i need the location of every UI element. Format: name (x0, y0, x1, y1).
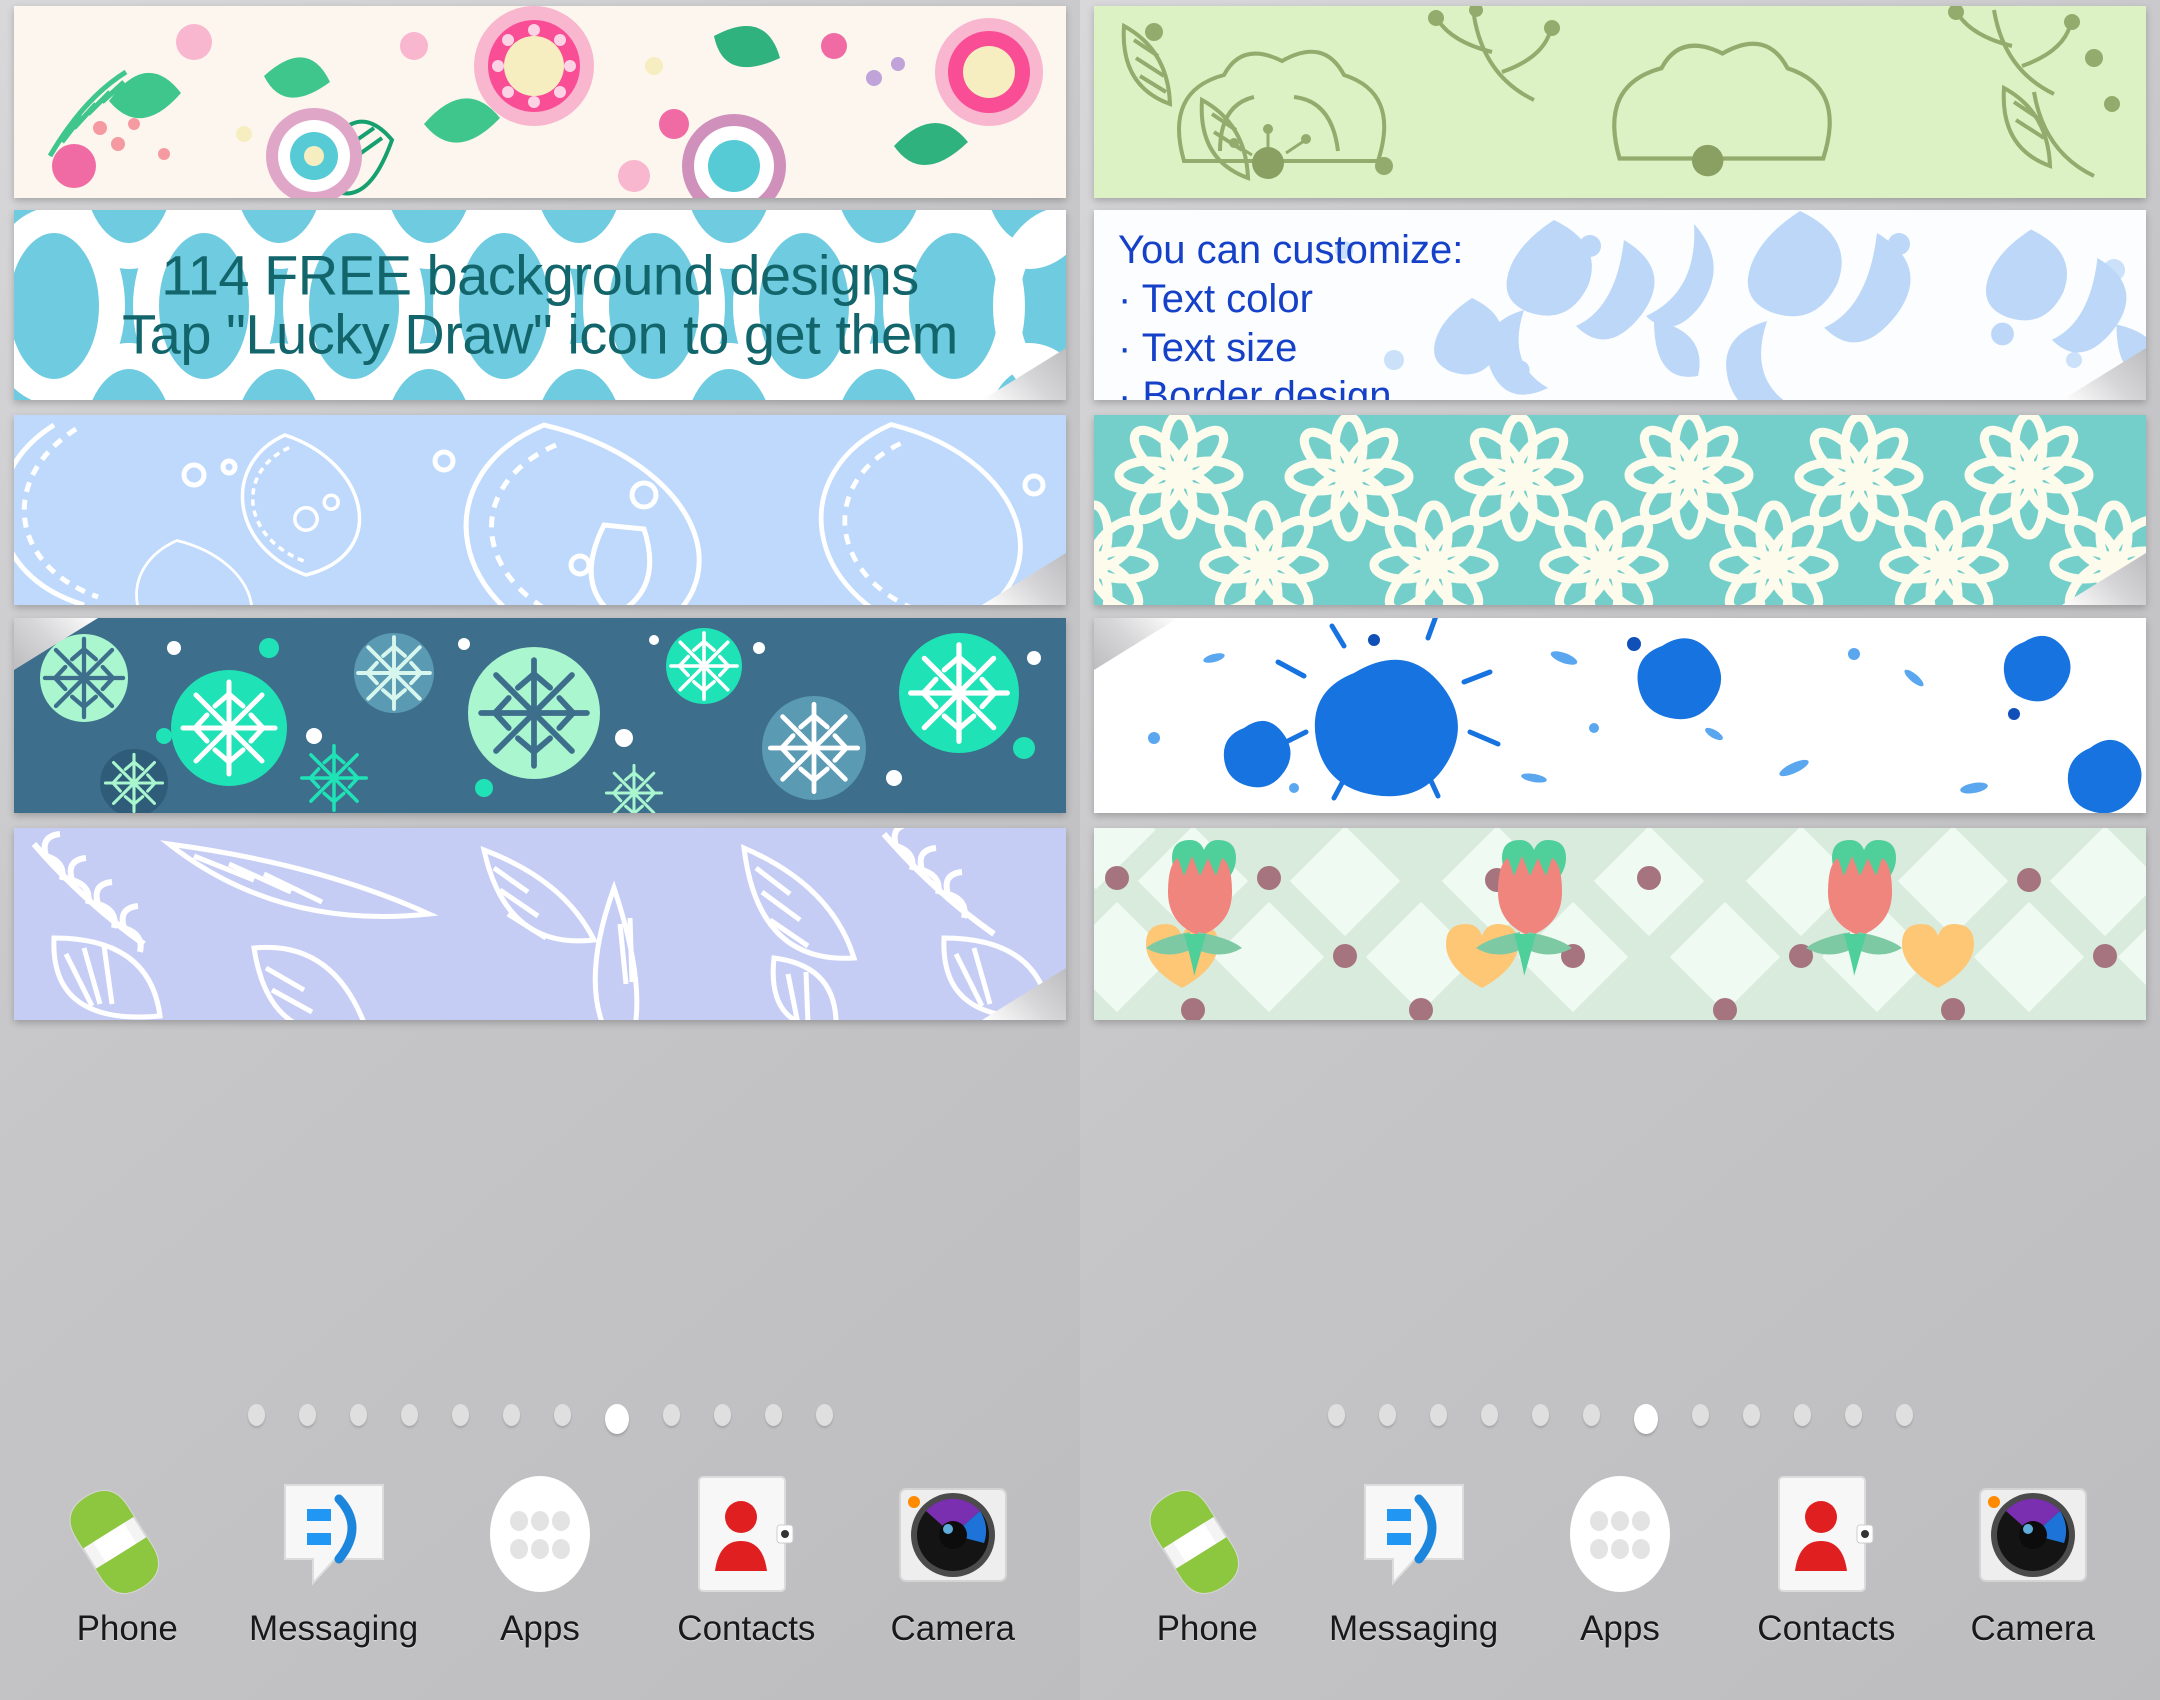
leaves-svg (14, 828, 1066, 1020)
page-dot[interactable] (1742, 1404, 1760, 1426)
dock-item-phone[interactable]: Phone (1115, 1473, 1300, 1649)
dock-item-contacts[interactable]: Contacts (654, 1473, 839, 1649)
page-dot[interactable] (1429, 1404, 1447, 1426)
strip-green-line-floral-pattern[interactable] (1094, 6, 2146, 198)
customize-text-block: You can customize: · Text color · Text s… (1118, 226, 1463, 400)
page-dot[interactable] (1895, 1404, 1913, 1426)
ink-splatter-svg (1094, 618, 2146, 813)
page-dot[interactable] (349, 1404, 367, 1426)
dock-label-messaging: Messaging (248, 1609, 419, 1648)
strip-big-circles-pattern[interactable]: 114 FREE background designs Tap "Lucky D… (14, 210, 1066, 400)
dock-item-messaging[interactable]: Messaging (241, 1473, 426, 1649)
dock-item-contacts[interactable]: Contacts (1734, 1473, 1919, 1649)
home-dock: Phone Messaging Apps Contacts Camera (1080, 1455, 2160, 1700)
camera-lens-icon (1972, 1473, 2094, 1595)
camera-lens-icon (892, 1473, 1014, 1595)
page-dot[interactable] (502, 1404, 520, 1426)
page-dot[interactable] (1691, 1404, 1709, 1426)
page-dot[interactable] (1793, 1404, 1811, 1426)
message-bubble-icon (273, 1473, 395, 1595)
page-dot[interactable] (451, 1404, 469, 1426)
apps-grid-icon (479, 1473, 601, 1595)
page-dot[interactable] (1582, 1404, 1600, 1426)
green-line-floral-svg (1094, 6, 2146, 198)
snowflake-svg (14, 618, 1066, 813)
dock-item-messaging[interactable]: Messaging (1321, 1473, 1506, 1649)
bright-floral-svg (14, 6, 1066, 198)
strip-teal-daisy-pattern[interactable] (1094, 415, 2146, 605)
page-dot[interactable] (400, 1404, 418, 1426)
left-home-screen: 114 FREE background designs Tap "Lucky D… (0, 0, 1080, 1700)
page-dot[interactable] (247, 1404, 265, 1426)
dock-label-camera: Camera (1970, 1609, 2095, 1648)
page-dot[interactable] (1378, 1404, 1396, 1426)
dock-label-phone: Phone (1156, 1609, 1258, 1648)
page-dot[interactable] (553, 1404, 571, 1426)
page-dot-active[interactable] (604, 1404, 629, 1434)
strip-white-leaves-pattern[interactable] (14, 828, 1066, 1020)
dock-item-apps[interactable]: Apps (447, 1473, 632, 1649)
home-dock: Phone Messaging Apps Contacts Camera (0, 1455, 1080, 1700)
teal-daisy-svg (1094, 415, 2146, 605)
dock-item-apps[interactable]: Apps (1527, 1473, 1712, 1649)
dock-item-camera[interactable]: Camera (860, 1473, 1045, 1649)
right-home-screen: You can customize: · Text color · Text s… (1080, 0, 2160, 1700)
strip-mint-diamond-tulip-pattern[interactable] (1094, 828, 2146, 1020)
customize-title: You can customize: (1118, 228, 1464, 272)
customize-item-border-design: · Border design (1118, 374, 1392, 400)
headline-line-2: Tap "Lucky Draw" icon to get them (122, 303, 958, 366)
dock-label-messaging: Messaging (1328, 1609, 1499, 1648)
contacts-person-icon (1765, 1473, 1887, 1595)
page-dot[interactable] (764, 1404, 782, 1426)
phone-handset-icon (1146, 1473, 1268, 1595)
contacts-person-icon (685, 1473, 807, 1595)
page-dot[interactable] (1327, 1404, 1345, 1426)
page-indicator-dots[interactable] (1080, 1404, 2160, 1434)
page-dot[interactable] (298, 1404, 316, 1426)
promo-headline: 114 FREE background designs Tap "Lucky D… (14, 243, 1066, 366)
page-dot[interactable] (713, 1404, 731, 1426)
strip-paisley-pattern[interactable] (14, 415, 1066, 605)
headline-line-1: 114 FREE background designs (161, 243, 919, 307)
paisley-svg (14, 415, 1066, 605)
phone-handset-icon (66, 1473, 188, 1595)
dock-label-contacts: Contacts (677, 1609, 816, 1648)
message-bubble-icon (1353, 1473, 1475, 1595)
dock-label-phone: Phone (76, 1609, 178, 1648)
dock-label-camera: Camera (890, 1609, 1015, 1648)
page-dot[interactable] (1844, 1404, 1862, 1426)
page-dot-active[interactable] (1633, 1404, 1658, 1434)
customize-item-text-size: · Text size (1118, 325, 1298, 370)
page-dot[interactable] (662, 1404, 680, 1426)
customize-item-text-color: · Text color (1118, 276, 1313, 321)
page-dot[interactable] (1480, 1404, 1498, 1426)
page-dot[interactable] (1531, 1404, 1549, 1426)
page-indicator-dots[interactable] (0, 1404, 1080, 1434)
mint-diamond-svg (1094, 828, 2146, 1020)
apps-grid-icon (1559, 1473, 1681, 1595)
dock-item-phone[interactable]: Phone (35, 1473, 220, 1649)
dock-label-contacts: Contacts (1757, 1609, 1896, 1648)
dock-label-apps: Apps (500, 1609, 580, 1648)
strip-blue-ink-splatter-pattern[interactable] (1094, 618, 2146, 813)
page-dot[interactable] (815, 1404, 833, 1426)
strip-blue-damask-pattern[interactable]: You can customize: · Text color · Text s… (1094, 210, 2146, 400)
strip-snowflake-medallion-pattern[interactable] (14, 618, 1066, 813)
dock-item-camera[interactable]: Camera (1940, 1473, 2125, 1649)
strip-bright-floral-pattern[interactable] (14, 6, 1066, 198)
dock-label-apps: Apps (1580, 1609, 1660, 1648)
